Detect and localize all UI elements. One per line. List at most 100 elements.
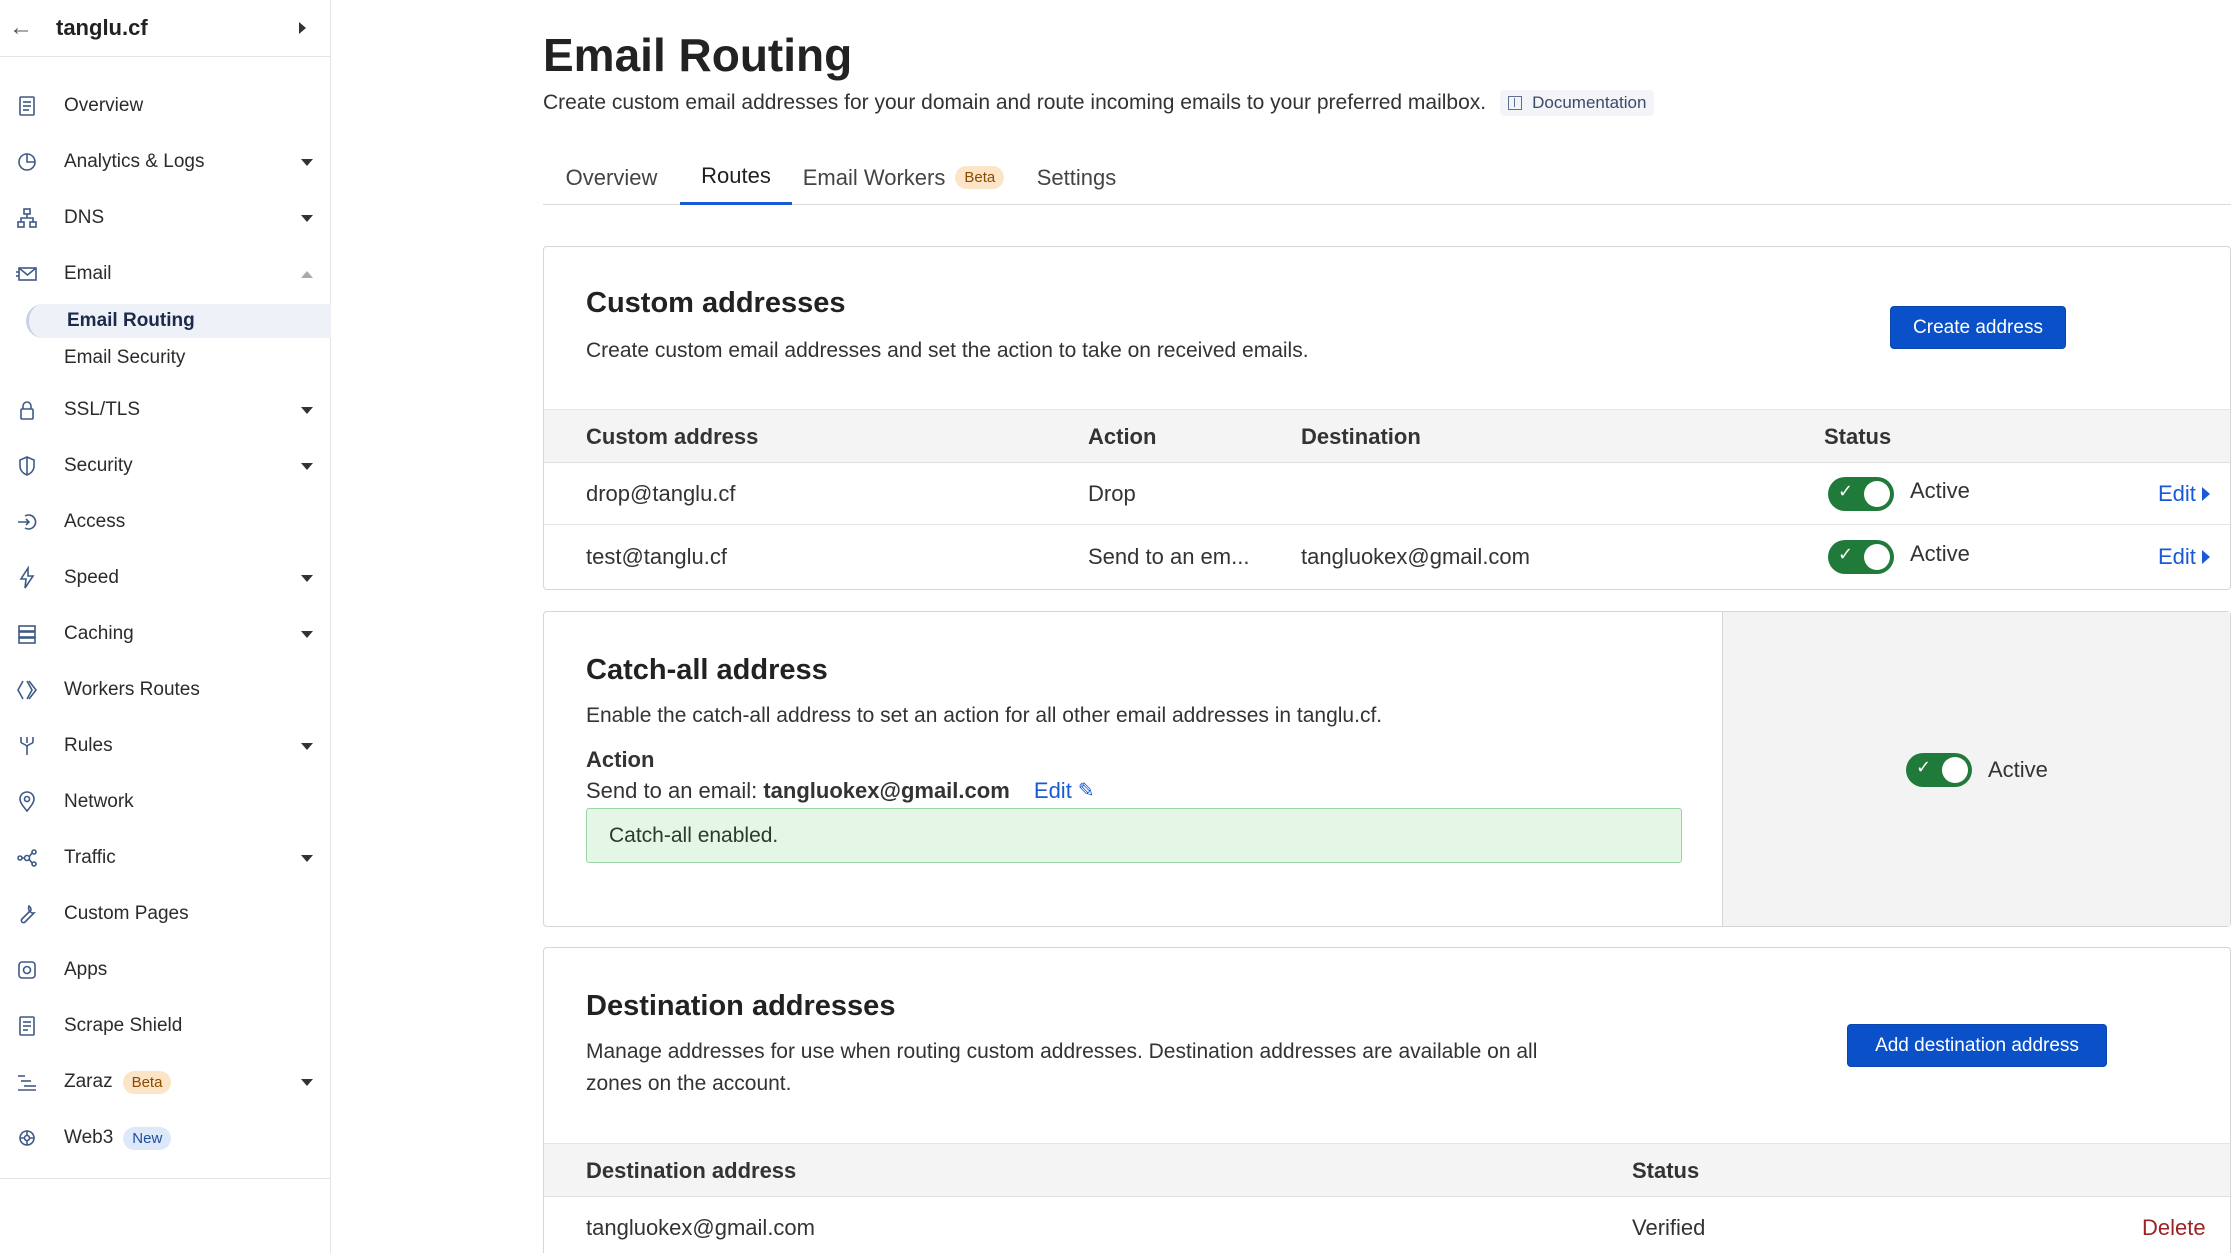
sidebar-item-label: Analytics & Logs <box>64 151 205 172</box>
sidebar-item-overview[interactable]: Overview <box>0 84 331 128</box>
sidebar-item-traffic[interactable]: Traffic <box>0 836 331 880</box>
back-arrow-icon[interactable]: ← <box>8 14 34 41</box>
custom-table-header: Custom address Action Destination Status <box>544 409 2230 463</box>
sidebar-header: ← tanglu.cf <box>0 0 330 57</box>
lock-icon <box>14 397 40 423</box>
sidebar-item-text: Web3 <box>64 1127 114 1148</box>
sidebar-item-label: DNS <box>64 207 105 228</box>
catch-all-title: Catch-all address <box>586 654 828 686</box>
sidebar-divider <box>0 1178 331 1179</box>
sidebar-item-label: Caching <box>64 623 134 644</box>
sidebar-item-scrape-shield[interactable]: Scrape Shield <box>0 1004 331 1048</box>
table-row: drop@tanglu.cf Drop ✓ Active Edit <box>544 463 2230 525</box>
create-address-button[interactable]: Create address <box>1890 306 2066 349</box>
edit-cell: Edit <box>2158 463 2210 525</box>
sidebar-item-label: Zaraz <box>64 1071 113 1093</box>
network-tree-icon <box>14 205 40 231</box>
column-header: Status <box>1632 1158 1700 1183</box>
status-text: Active <box>1910 541 1970 566</box>
edit-label: Edit <box>2158 481 2196 506</box>
sidebar-item-label: Scrape Shield <box>64 1015 183 1036</box>
sidebar-item-text: Zaraz <box>64 1071 113 1092</box>
sidebar-item-network[interactable]: Network <box>0 780 331 824</box>
page-description: Create custom email addresses for your d… <box>543 90 1655 116</box>
toggle-knob <box>1864 544 1890 570</box>
catch-all-card: Catch-all address Enable the catch-all a… <box>543 611 2231 927</box>
catch-all-toggle[interactable]: ✓ <box>1906 753 1972 787</box>
catch-all-success-message: Catch-all enabled. <box>586 808 1682 863</box>
edit-link[interactable]: Edit <box>2158 481 2210 507</box>
custom-address-cell: test@tanglu.cf <box>586 544 727 569</box>
sidebar-item-apps[interactable]: Apps <box>0 948 331 992</box>
chevron-right-icon[interactable] <box>299 22 306 34</box>
action-cell: Send to an em... <box>1088 544 1250 569</box>
chevron-down-icon <box>301 1078 313 1086</box>
sidebar-subitem-email-routing[interactable]: Email Routing <box>26 304 331 338</box>
sidebar-item-email[interactable]: Email <box>0 252 331 296</box>
sidebar-item-ssl[interactable]: SSL/TLS <box>0 388 331 432</box>
sidebar-item-label: Network <box>64 791 134 812</box>
action-label: Action <box>586 747 655 772</box>
chevron-down-icon <box>301 854 313 862</box>
edit-link[interactable]: Edit <box>2158 544 2210 570</box>
tab-bar: Overview Routes Email Workers Beta Setti… <box>543 150 2231 205</box>
sidebar-item-label: Email <box>64 263 112 284</box>
chevron-down-icon <box>301 462 313 470</box>
book-icon <box>1508 96 1523 110</box>
access-login-icon <box>14 509 40 535</box>
status-toggle[interactable]: ✓ <box>1828 540 1894 574</box>
beta-badge: Beta <box>955 166 1005 189</box>
documentation-link[interactable]: Documentation <box>1500 90 1655 116</box>
tab-email-workers[interactable]: Email Workers Beta <box>793 150 1014 205</box>
sidebar-item-workers-routes[interactable]: Workers Routes <box>0 668 331 712</box>
sidebar-subitem-email-security[interactable]: Email Security <box>26 341 331 375</box>
sidebar-item-speed[interactable]: Speed <box>0 556 331 600</box>
check-icon: ✓ <box>1838 544 1854 564</box>
tab-routes[interactable]: Routes <box>680 150 792 205</box>
verification-status-cell: Verified <box>1632 1215 1706 1240</box>
catch-all-status-panel: ✓ Active <box>1722 612 2230 926</box>
page-description-text: Create custom email addresses for your d… <box>543 91 1487 114</box>
sidebar-item-analytics[interactable]: Analytics & Logs <box>0 140 331 184</box>
domain-name[interactable]: tanglu.cf <box>56 15 299 41</box>
sidebar-item-security[interactable]: Security <box>0 444 331 488</box>
column-header: Action <box>1088 424 1157 449</box>
sidebar-item-caching[interactable]: Caching <box>0 612 331 656</box>
edit-label: Edit <box>1033 778 1072 803</box>
tab-overview[interactable]: Overview <box>543 150 680 205</box>
check-icon: ✓ <box>1838 481 1854 501</box>
sidebar-item-web3[interactable]: Web3 New <box>0 1116 331 1160</box>
destination-description-line1: Manage addresses for use when routing cu… <box>586 1040 1538 1063</box>
sidebar-item-custom-pages[interactable]: Custom Pages <box>0 892 331 936</box>
zaraz-list-icon <box>14 1069 40 1095</box>
shield-icon <box>14 453 40 479</box>
envelope-icon <box>14 261 40 287</box>
destination-table-header: Destination address Status <box>544 1143 2230 1197</box>
delete-link[interactable]: Delete <box>2142 1215 2206 1241</box>
sidebar-item-access[interactable]: Access <box>0 500 331 544</box>
tab-settings[interactable]: Settings <box>1014 150 1139 205</box>
destination-cell: tangluokex@gmail.com <box>1301 544 1530 569</box>
column-header: Destination <box>1301 424 1421 449</box>
sidebar-item-label: SSL/TLS <box>64 399 141 420</box>
action-cell: Drop <box>1088 481 1136 506</box>
catch-all-description: Enable the catch-all address to set an a… <box>586 704 1383 727</box>
page-title: Email Routing <box>543 29 853 81</box>
chevron-down-icon <box>301 630 313 638</box>
sidebar-item-zaraz[interactable]: Zaraz Beta <box>0 1060 331 1104</box>
sidebar-item-label: Workers Routes <box>64 679 200 700</box>
sidebar-item-rules[interactable]: Rules <box>0 724 331 768</box>
sidebar-item-dns[interactable]: DNS <box>0 196 331 240</box>
sidebar-item-label: Custom Pages <box>64 903 189 924</box>
fork-icon <box>14 733 40 759</box>
sidebar-item-label: Access <box>64 511 126 532</box>
document-icon <box>14 1013 40 1039</box>
sidebar-item-label: Rules <box>64 735 113 756</box>
apps-icon <box>14 957 40 983</box>
lightning-bolt-icon <box>14 565 40 591</box>
edit-catch-all-link[interactable]: Edit ✎ <box>1034 775 1095 807</box>
status-toggle[interactable]: ✓ <box>1828 477 1894 511</box>
tab-email-workers-label: Email Workers <box>802 164 946 190</box>
server-stack-icon <box>14 621 40 647</box>
add-destination-button[interactable]: Add destination address <box>1847 1024 2107 1067</box>
